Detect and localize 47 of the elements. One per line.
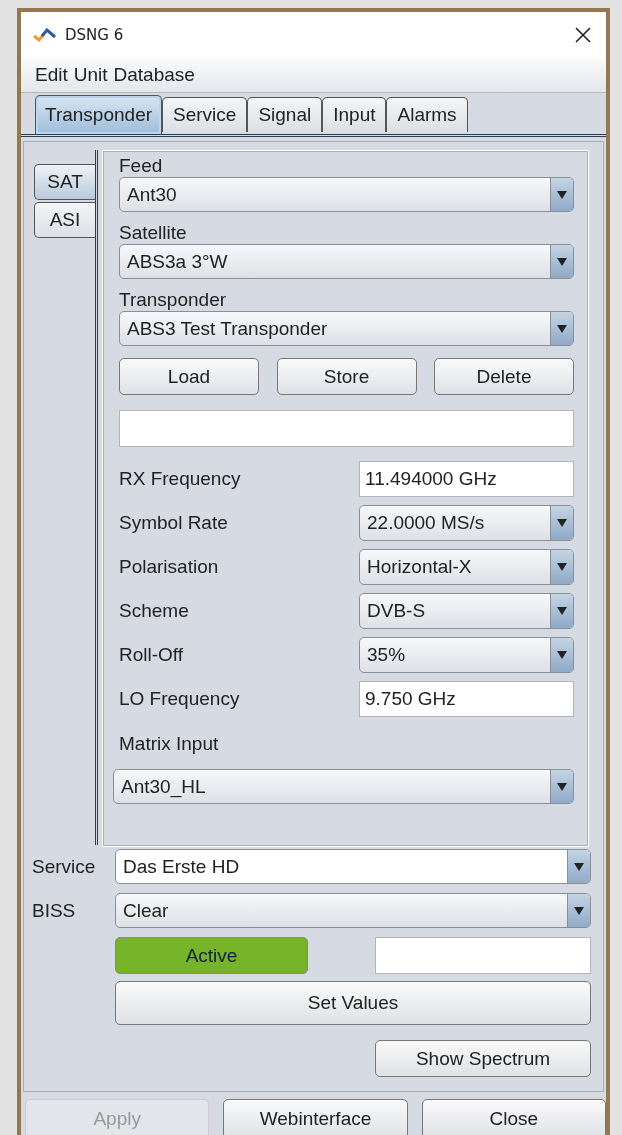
dropdown[interactable]: ABS3 Test Transponder [119, 311, 574, 346]
field-label: Symbol Rate [119, 512, 228, 534]
field-label: Matrix Input [119, 733, 220, 755]
tab[interactable]: Transponder [35, 95, 163, 134]
preset-button[interactable]: Delete [434, 358, 574, 395]
dropdown[interactable]: DVB-S [359, 593, 574, 629]
side-tab[interactable]: SAT [34, 164, 95, 200]
preset-button[interactable]: Load [119, 358, 259, 395]
dropdown[interactable]: Clear [115, 893, 591, 928]
set-values-button[interactable]: Set Values [115, 981, 591, 1025]
tab[interactable]: Signal [247, 97, 323, 132]
dropdown[interactable]: 35% [359, 637, 574, 673]
dropdown[interactable]: Horizontal-X [359, 549, 574, 585]
field-label: LO Frequency [119, 688, 240, 710]
dropdown[interactable]: Ant30_HL [113, 769, 574, 804]
field-label: BISS [32, 899, 77, 922]
logo-icon [33, 28, 57, 42]
tab[interactable]: Input [322, 97, 387, 132]
field-label: Service [32, 855, 97, 878]
tab[interactable]: Service [162, 97, 248, 132]
menu-item[interactable]: Edit [35, 64, 68, 86]
field-label: Satellite [119, 222, 188, 244]
dropdown[interactable]: 22.0000 MS/s [359, 505, 574, 541]
preset-button[interactable]: Store [276, 358, 417, 395]
side-tab[interactable]: ASI [34, 202, 95, 238]
menu-item[interactable]: Unit [73, 64, 108, 86]
close-icon[interactable] [574, 26, 592, 44]
tab[interactable]: Alarms [386, 97, 468, 132]
footer-button[interactable]: Close [421, 1099, 606, 1135]
field-label: Polarisation [119, 556, 219, 578]
dropdown[interactable]: Das Erste HD [115, 849, 591, 884]
footer-button[interactable]: Webinterface [223, 1099, 408, 1135]
status-indicator: Active [115, 937, 308, 974]
dropdown[interactable]: Ant30 [119, 177, 574, 212]
field-label: Scheme [119, 600, 189, 622]
menu-item[interactable]: Database [113, 64, 195, 86]
dropdown[interactable]: ABS3a 3°W [119, 244, 574, 279]
show-spectrum-button[interactable]: Show Spectrum [375, 1040, 591, 1077]
field-label: Roll-Off [119, 644, 184, 666]
input-field[interactable]: 11.494000 GHz [359, 461, 574, 497]
field-label: RX Frequency [119, 468, 241, 490]
input-field[interactable] [119, 410, 574, 447]
input-field[interactable] [375, 937, 591, 974]
field-label: Feed [119, 155, 164, 177]
window-title: DSNG 6 [65, 26, 125, 44]
input-field[interactable]: 9.750 GHz [359, 681, 574, 717]
field-label: Transponder [119, 289, 228, 311]
